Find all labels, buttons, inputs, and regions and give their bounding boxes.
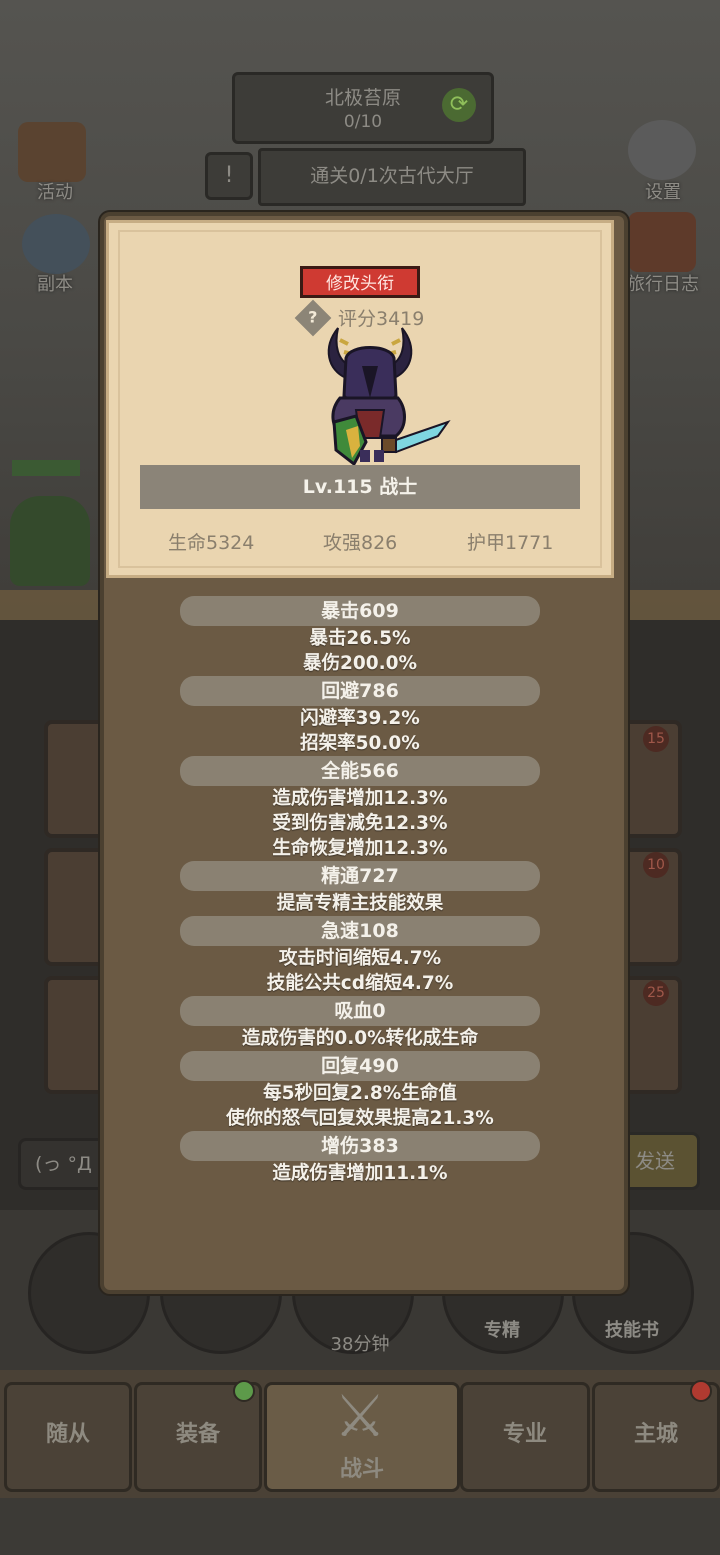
haste-section: 急速108 攻击时间缩短4.7% 技能公共cd缩短4.7% <box>106 916 614 996</box>
gear-icon[interactable] <box>628 120 696 180</box>
change-title-button[interactable]: 修改头衔 <box>300 266 420 298</box>
dungeon-label: 副本 <box>37 274 73 295</box>
stat-header: 回避786 <box>180 676 540 706</box>
stat-detail: 造成伤害的0.0%转化成生命 <box>241 1028 479 1049</box>
stat-header: 全能566 <box>180 756 540 786</box>
event-icon[interactable] <box>18 122 86 182</box>
ally-hero-sprite <box>10 496 90 586</box>
crit-section: 暴击609 暴击26.5% 暴伤200.0% <box>106 596 614 676</box>
stat-detail: 生命恢复增加12.3% <box>272 838 448 859</box>
level-class-bar: Lv.115 战士 <box>140 465 580 509</box>
task-panel[interactable]: 通关0/1次古代大厅 <box>258 148 526 206</box>
stat-header: 精通727 <box>180 861 540 891</box>
stat-detail: 每5秒回复2.8%生命值 <box>263 1083 457 1104</box>
attack-power-stat: 攻强826 <box>323 532 398 554</box>
stat-header: 暴击609 <box>180 596 540 626</box>
hero-health-bar <box>12 460 80 476</box>
refresh-icon[interactable]: ⟳ <box>442 88 476 122</box>
versatility-section: 全能566 造成伤害增加12.3% 受到伤害减免12.3% 生命恢复增加12.3… <box>106 756 614 861</box>
stat-detail: 造成伤害增加12.3% <box>272 788 448 809</box>
stat-detail: 攻击时间缩短4.7% <box>278 948 442 969</box>
secondary-stats-list: 暴击609 暴击26.5% 暴伤200.0% 回避786 闪避率39.2% 招架… <box>106 596 614 1186</box>
stat-detail: 技能公共cd缩短4.7% <box>266 973 454 994</box>
regen-section: 回复490 每5秒回复2.8%生命值 使你的怒气回复效果提高21.3% <box>106 1051 614 1131</box>
chest-timer: 38分钟 <box>330 1334 390 1355</box>
avoidance-section: 回避786 闪避率39.2% 招架率50.0% <box>106 676 614 756</box>
card-level-badge: 10 <box>643 852 669 878</box>
equipment-notification-badge <box>233 1380 255 1402</box>
journal-icon[interactable] <box>628 212 696 272</box>
stat-detail: 提高专精主技能效果 <box>276 893 444 914</box>
main-city-notification-badge <box>690 1380 712 1402</box>
alert-icon[interactable]: ! <box>205 152 253 200</box>
damage-bonus-section: 增伤383 造成伤害增加11.1% <box>106 1131 614 1186</box>
stat-detail: 暴击26.5% <box>309 628 411 649</box>
crossed-swords-icon: ⚔ <box>334 1382 386 1450</box>
dungeon-icon[interactable] <box>22 214 90 274</box>
card-level-badge: 15 <box>643 726 669 752</box>
stat-header: 回复490 <box>180 1051 540 1081</box>
health-stat: 生命5324 <box>168 532 255 554</box>
card-level-badge: 25 <box>643 980 669 1006</box>
lifesteal-section: 吸血0 造成伤害的0.0%转化成生命 <box>106 996 614 1051</box>
stat-detail: 招架率50.0% <box>300 733 420 754</box>
settings-label: 设置 <box>645 182 681 203</box>
nav-followers[interactable]: 随从 <box>4 1382 132 1492</box>
warrior-character-sprite <box>327 327 451 467</box>
stat-detail: 暴伤200.0% <box>302 653 418 674</box>
stat-header: 急速108 <box>180 916 540 946</box>
stat-header: 增伤383 <box>180 1131 540 1161</box>
mastery-section: 精通727 提高专精主技能效果 <box>106 861 614 916</box>
stat-detail: 造成伤害增加11.1% <box>272 1163 448 1184</box>
nav-profession[interactable]: 专业 <box>460 1382 590 1492</box>
event-label: 活动 <box>37 182 73 203</box>
stat-detail: 受到伤害减免12.3% <box>272 813 448 834</box>
armor-stat: 护甲1771 <box>467 532 554 554</box>
stat-detail: 使你的怒气回复效果提高21.3% <box>226 1108 494 1129</box>
specialization-label: 专精 <box>484 1320 520 1341</box>
stat-header: 吸血0 <box>180 996 540 1026</box>
stat-detail: 闪避率39.2% <box>300 708 420 729</box>
journal-label: 旅行日志 <box>627 274 699 295</box>
skillbook-label: 技能书 <box>605 1320 659 1341</box>
